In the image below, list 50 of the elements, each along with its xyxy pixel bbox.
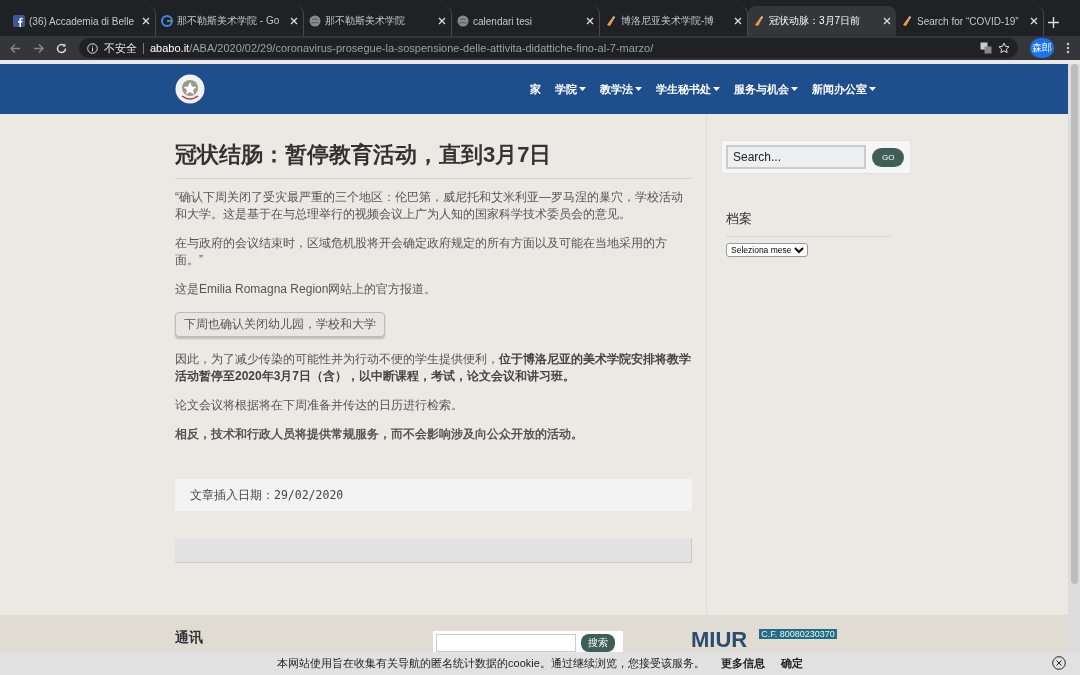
brush-icon: [605, 15, 617, 27]
profile-avatar[interactable]: 森郎: [1030, 38, 1054, 58]
emblem-icon[interactable]: [175, 74, 205, 104]
translate-icon[interactable]: [980, 42, 992, 54]
cookie-notice: 本网站使用旨在收集有关导航的匿名统计数据的cookie。通过继续浏览，您接受该服务。: [277, 656, 705, 671]
forward-icon[interactable]: [33, 42, 44, 54]
archive-heading: 档案: [726, 210, 891, 237]
nav-link[interactable]: 学院: [553, 81, 588, 97]
google-icon: [161, 15, 173, 27]
search-button[interactable]: 搜索: [581, 634, 615, 652]
paragraph: “确认下周关闭了受灾最严重的三个地区：伦巴第，威尼托和艾米利亚—罗马涅的巢穴，学校活动和大学。这是基于在与总理举行的视频会议上广为人知的国家科学技术委员会的意见。: [175, 189, 684, 223]
more-info-link[interactable]: 更多信息: [720, 656, 765, 671]
scrollbar-thumb[interactable]: [1071, 64, 1078, 584]
footer-search-field[interactable]: [436, 634, 576, 652]
brush-icon: [901, 15, 913, 27]
article-title: 冠状结肠：暂停教育活动，直到3月7日: [175, 140, 692, 179]
nav-link[interactable]: 服务与机会: [732, 81, 800, 97]
nav-link[interactable]: 教学法: [598, 81, 644, 97]
go-button[interactable]: GO: [872, 147, 905, 167]
newsletter-heading: 通讯: [175, 629, 204, 647]
facebook-icon: [13, 15, 25, 27]
nav-link[interactable]: 新闻办公室: [810, 81, 878, 97]
browser-tab[interactable]: 冠状动脉：3月7日前: [748, 6, 896, 36]
close-icon[interactable]: [1052, 656, 1066, 670]
paragraph: 论文会议将根据将在下周准备并传达的日历进行检索。: [175, 397, 464, 414]
brush-icon: [753, 15, 765, 27]
address-bar[interactable]: 不安全 ababo.it/ABA/2020/02/29/coronavirus-prosegue-la-sospensione-delle-attivita-didattiche-fino-al-7-marzo/: [79, 38, 1018, 58]
paragraph: 相反，技术和行政人员将提供常规服务，而不会影响涉及向公众开放的活动。: [175, 426, 584, 443]
search-field[interactable]: Search...: [726, 145, 866, 169]
paragraph: 因此，为了减少传染的可能性并为行动不便的学生提供便利，位于博洛尼亚的美术学院安排将教学活动暂停至2020年3月7日（含），以中断课程，考试，论文会议和讲习班。: [175, 351, 692, 385]
nav-link[interactable]: 学生秘书处: [654, 81, 722, 97]
star-icon[interactable]: [998, 42, 1010, 54]
insert-date: 文章插入日期：29/02/2020: [190, 487, 344, 503]
menu-icon[interactable]: [1066, 42, 1070, 54]
accept-link[interactable]: 确定: [780, 656, 803, 671]
new-tab-icon[interactable]: [1048, 17, 1059, 28]
back-icon[interactable]: [10, 42, 21, 54]
security-label: 不安全: [104, 40, 137, 56]
nav-link[interactable]: 家: [528, 81, 543, 97]
info-icon: [87, 42, 98, 54]
paragraph: 在与政府的会议结束时，区域危机股将开会确定政府规定的所有方面以及可能在当地采用的方面。”: [175, 235, 668, 269]
link-button[interactable]: 下周也确认关闭幼儿园，学校和大学: [175, 312, 385, 337]
paragraph: 这是Emilia Romagna Region网站上的官方报道。: [175, 281, 438, 298]
month-select[interactable]: Seleziona mese: [726, 243, 808, 257]
reload-icon[interactable]: [56, 42, 67, 54]
fiscal-code: C.F. 80080230370: [759, 629, 837, 639]
globe-icon: [309, 15, 321, 27]
url-text: ababo.it/ABA/2020/02/29/coronavirus-prosegue-la-sospensione-delle-attivita-didattiche-fino-al-7-marzo/: [150, 42, 654, 54]
globe-icon: [457, 15, 469, 27]
logo-text: MIUR: [691, 629, 748, 651]
